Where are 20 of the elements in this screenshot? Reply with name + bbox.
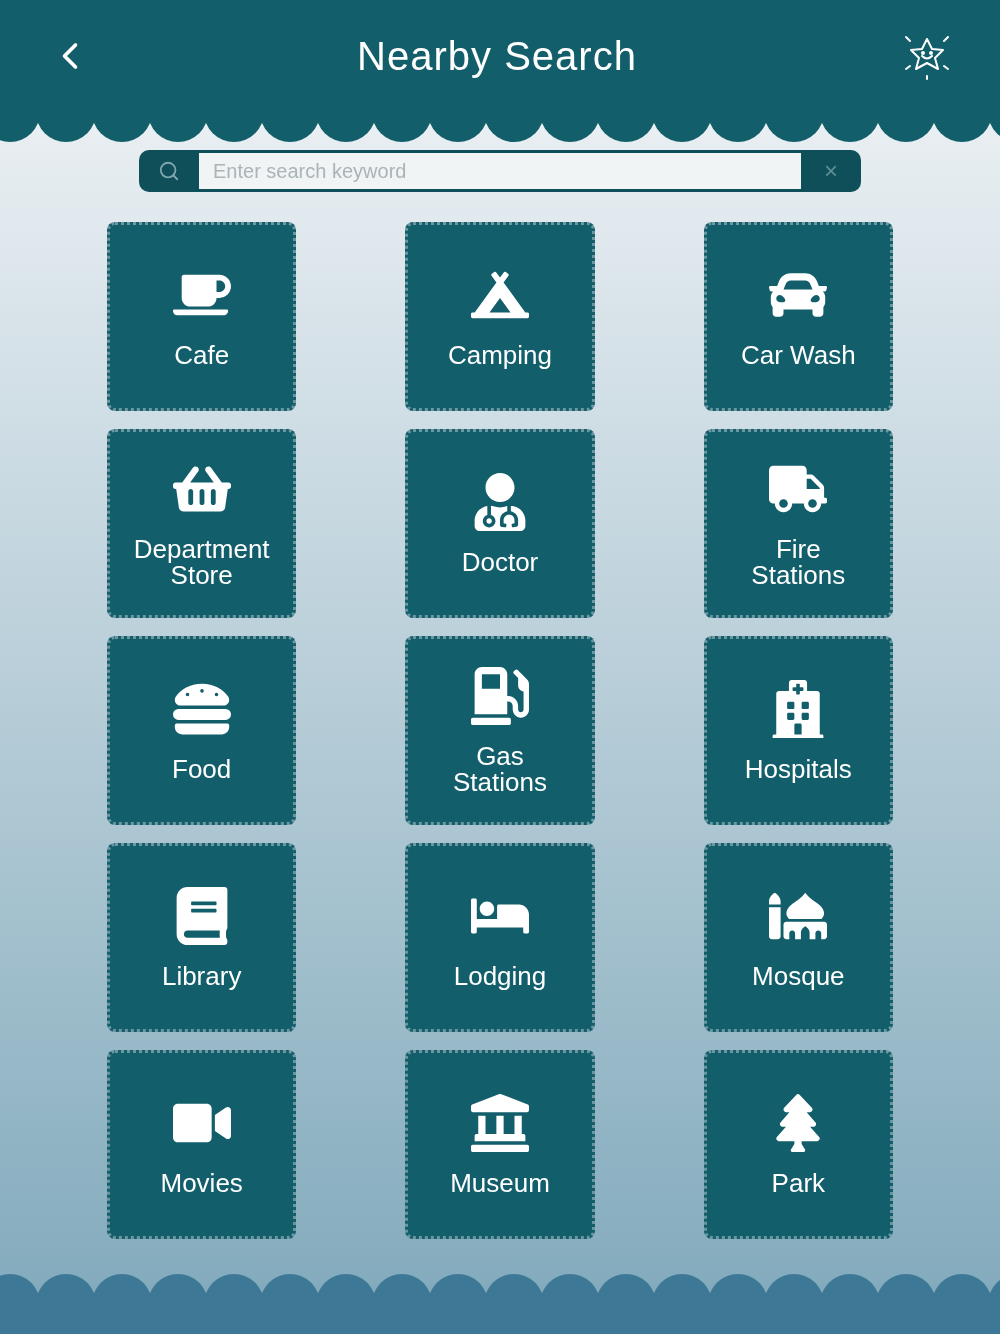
category-tile[interactable]: Park bbox=[703, 1050, 893, 1239]
category-tile[interactable]: Department Store bbox=[107, 429, 297, 618]
category-tile[interactable]: Hospitals bbox=[703, 636, 893, 825]
search-icon bbox=[158, 160, 180, 182]
fuel-pump-icon bbox=[471, 666, 529, 725]
category-tile[interactable]: Mosque bbox=[703, 843, 893, 1032]
category-tile[interactable]: Car Wash bbox=[703, 222, 893, 411]
category-tile[interactable]: Food bbox=[107, 636, 297, 825]
category-tile[interactable]: Gas Stations bbox=[405, 636, 595, 825]
category-tile[interactable]: Fire Stations bbox=[703, 429, 893, 618]
category-tile[interactable]: Museum bbox=[405, 1050, 595, 1239]
category-tile[interactable]: Cafe bbox=[107, 222, 297, 411]
category-tile[interactable]: Library bbox=[107, 843, 297, 1032]
category-tile[interactable]: Doctor bbox=[405, 429, 595, 618]
columned-building-icon bbox=[471, 1093, 529, 1152]
page-title: Nearby Search bbox=[357, 33, 637, 80]
category-tile[interactable]: Lodging bbox=[405, 843, 595, 1032]
search-field[interactable]: Enter search keyword bbox=[199, 153, 801, 189]
category-tile[interactable]: Camping bbox=[405, 222, 595, 411]
category-tile[interactable]: Movies bbox=[107, 1050, 297, 1239]
